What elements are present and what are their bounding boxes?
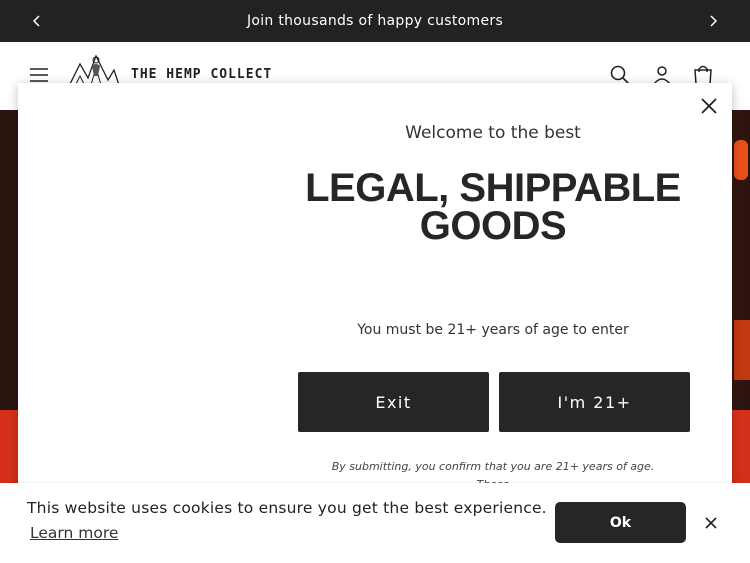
modal-headline: LEGAL, SHIPPABLE GOODS xyxy=(305,166,681,248)
announcement-text: Join thousands of happy customers xyxy=(246,13,504,29)
age-notice: You must be 21+ years of age to enter xyxy=(357,322,629,338)
hero-highlight xyxy=(734,320,750,380)
cookie-ok-button[interactable]: Ok xyxy=(555,502,686,543)
cookie-message: This website uses cookies to ensure you … xyxy=(27,499,547,517)
learn-more-link[interactable]: Learn more xyxy=(30,524,118,542)
confirm-age-button[interactable]: I'm 21+ xyxy=(499,372,690,432)
modal-welcome: Welcome to the best xyxy=(405,123,581,143)
close-icon[interactable] xyxy=(703,515,719,531)
exit-button[interactable]: Exit xyxy=(298,372,489,432)
close-icon[interactable] xyxy=(700,97,718,115)
chevron-left-icon[interactable] xyxy=(22,0,52,42)
cookie-banner: This website uses cookies to ensure you … xyxy=(0,483,750,563)
announcement-bar: Join thousands of happy customers xyxy=(0,0,750,42)
chevron-right-icon[interactable] xyxy=(698,0,728,42)
brand-name[interactable]: THE HEMP COLLECT xyxy=(131,67,272,82)
age-verification-modal: Welcome to the best LEGAL, SHIPPABLE GOO… xyxy=(18,83,732,503)
hero-highlight xyxy=(734,140,748,180)
